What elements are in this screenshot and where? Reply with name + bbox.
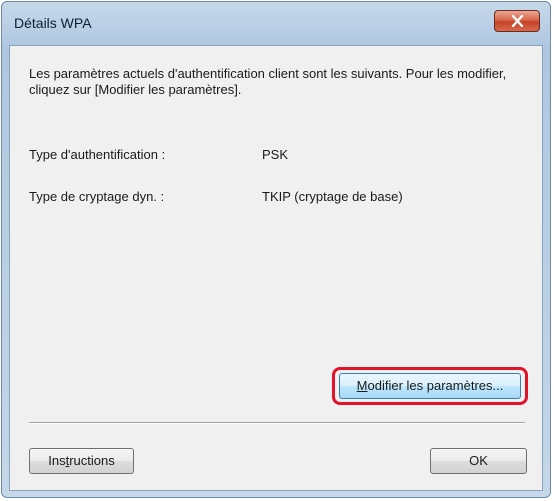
ok-button[interactable]: OK — [430, 448, 527, 474]
separator — [29, 422, 525, 424]
window-title: Détails WPA — [14, 15, 92, 31]
encryption-type-value: TKIP (cryptage de base) — [262, 189, 403, 204]
close-icon — [511, 15, 524, 27]
wpa-details-dialog: Détails WPA Les paramètres actuels d'aut… — [1, 1, 551, 498]
instructions-button[interactable]: Instructions — [29, 448, 134, 474]
modify-settings-button[interactable]: Modifier les paramètres... — [339, 373, 521, 399]
modify-accelerator: M — [356, 378, 368, 393]
auth-type-value: PSK — [262, 147, 289, 162]
encryption-type-label: Type de cryptage dyn. : — [29, 189, 165, 204]
instructions-label-start: Ins — [48, 453, 66, 468]
instructions-label-end: ructions — [69, 453, 115, 468]
modify-label: odifier les paramètres... — [367, 378, 504, 393]
close-button[interactable] — [494, 10, 540, 32]
dialog-content: Les paramètres actuels d'authentificatio… — [9, 45, 543, 491]
auth-type-label: Type d'authentification : — [29, 147, 166, 162]
title-bar[interactable]: Détails WPA — [2, 2, 550, 44]
description-text: Les paramètres actuels d'authentificatio… — [29, 66, 507, 97]
